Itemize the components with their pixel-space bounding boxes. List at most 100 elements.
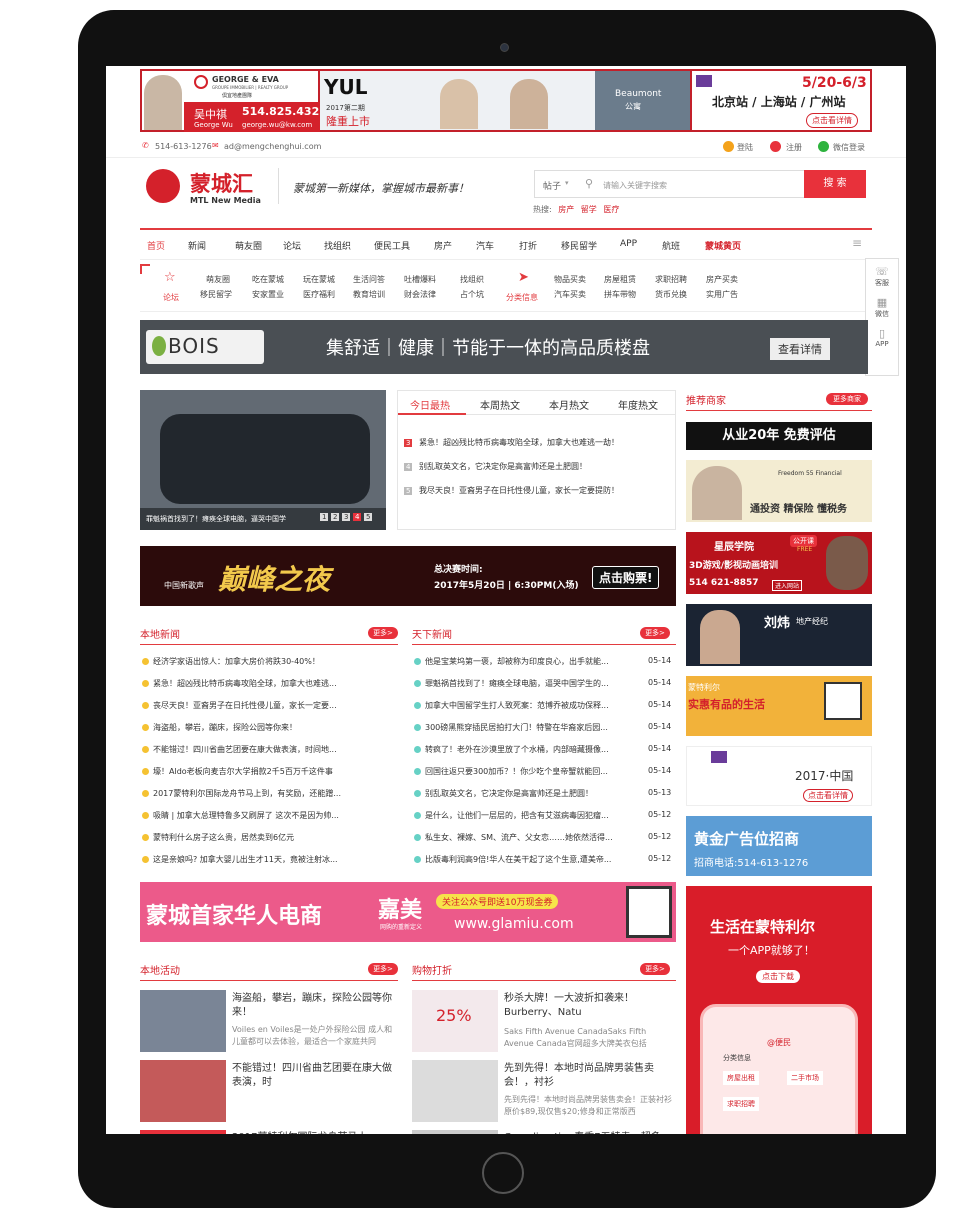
slider-caption[interactable]: 罪魁祸首找到了！瘫痪全球电脑，逼哭中国学 — [146, 514, 286, 524]
hot-item[interactable]: 4 别乱取英文名，它决定你是高富帅还是土肥圆！ — [404, 461, 587, 472]
diamant-cta[interactable]: 点击看详情 — [803, 789, 853, 802]
tab-today[interactable]: 今日最热 — [410, 397, 450, 412]
news-link[interactable]: 2017蒙特利尔国际龙舟节马上到，有奖励，还能蹭... — [153, 789, 341, 798]
deal-title[interactable]: Canadian tire 春季7五特卖，超多 — [504, 1128, 674, 1134]
cat-item[interactable]: 萌友圈 — [206, 274, 230, 285]
list-item[interactable]: 壕！Aldo老板向麦吉尔大学捐款2千5百万千这件事 — [142, 766, 398, 777]
slider-page-active[interactable]: 4 — [353, 513, 362, 521]
tab-year[interactable]: 年度热文 — [618, 397, 658, 412]
login-link[interactable]: 登陆 — [737, 142, 753, 153]
world-news-more[interactable]: 更多> — [640, 627, 670, 639]
news-link[interactable]: 这是亲娘吗? 加拿大婴儿出生才11天，竟被注射冰... — [153, 855, 338, 864]
nav-item-forum[interactable]: 论坛 — [283, 239, 301, 252]
cat-item[interactable]: 求职招聘 — [655, 274, 687, 285]
ad-star-college[interactable]: 星辰学院 公开课 FREE 3D游戏/影视动画培训 514 621-8857 进… — [686, 532, 872, 594]
diamant-cta[interactable]: 点击看详情 — [806, 113, 858, 128]
phone-app-icon[interactable]: ▯ — [866, 327, 898, 340]
news-link[interactable]: 不能错过！四川省曲艺团要在康大做表演，时间地... — [153, 745, 337, 754]
more-merchants-button[interactable]: 更多商家 — [826, 393, 868, 405]
cat-item[interactable]: 玩在蒙城 — [303, 274, 335, 285]
list-item[interactable]: 回国往返只要300加币？！你少吃个皇帝蟹就能回... — [414, 766, 634, 777]
list-item[interactable]: 这是亲娘吗? 加拿大婴儿出生才11天，竟被注射冰... — [142, 854, 398, 865]
news-link[interactable]: 海盗船，攀岩，蹦床，探险公园等你来！ — [153, 723, 297, 732]
nav-item-groups[interactable]: 找组织 — [324, 239, 351, 252]
news-link[interactable]: 回国往返只要300加币？！你少吃个皇帝蟹就能回... — [425, 767, 608, 776]
nav-item-friends[interactable]: 萌友圈 — [235, 239, 262, 252]
ad-realtor-liu[interactable]: 刘炜 地产经纪 — [686, 604, 872, 666]
realtor-ad[interactable]: GEORGE & EVA GROUPE IMMOBILIER | REALTY … — [140, 69, 327, 132]
slider-page[interactable]: 5 — [364, 513, 373, 521]
site-logo-cn[interactable]: 蒙城汇 — [190, 168, 253, 198]
slider-page[interactable]: 3 — [342, 513, 351, 521]
headset-icon[interactable]: ☏ — [866, 265, 898, 278]
ad-freedom55[interactable]: Freedom 55 Financial 通投资 精保险 懂税务 — [686, 460, 872, 522]
news-link[interactable]: 私生女、裸嫁、SM、流产、父女恋……她依然活得... — [425, 833, 613, 842]
concert-banner[interactable]: 中国新歌声 巅峰之夜 总决赛时间: 2017年5月20日 | 6:30PM(入场… — [140, 546, 676, 606]
ad-evaluation[interactable]: 从业20年 免费评估 — [686, 422, 872, 450]
cat-item[interactable]: 吐槽爆料 — [404, 274, 436, 285]
list-item[interactable]: 转疯了！老外在沙漠里放了个水桶，内部暗藏摄像... — [414, 744, 634, 755]
deal-thumbnail[interactable] — [412, 1130, 498, 1134]
hot-item-text[interactable]: 紧急！超凶残比特币病毒攻陷全球，加拿大也难逃一劫！ — [419, 438, 619, 447]
diamant-ad[interactable]: 5/20-6/3 北京站 / 上海站 / 广州站 点击看详情 — [690, 69, 872, 132]
list-item[interactable]: 他是宝莱坞第一褒，却被称为印度良心，出手就能... — [414, 656, 634, 667]
local-news-more[interactable]: 更多> — [368, 627, 398, 639]
cat-item[interactable]: 吃在蒙城 — [252, 274, 284, 285]
nav-item-tools[interactable]: 便民工具 — [374, 239, 410, 252]
cat-item[interactable]: 占个坑 — [460, 289, 484, 300]
hot-search-item[interactable]: 医疗 — [603, 205, 619, 214]
list-item[interactable]: 海盗船，攀岩，蹦床，探险公园等你来！ — [142, 722, 398, 733]
cat-item[interactable]: 拼车带物 — [604, 289, 636, 300]
classified-label[interactable]: 分类信息 — [506, 292, 538, 303]
hot-search-item[interactable]: 留学 — [581, 205, 597, 214]
buy-ticket-button[interactable]: 点击购票! — [592, 566, 660, 589]
nav-item-discount[interactable]: 打折 — [519, 239, 537, 252]
deal-title[interactable]: 先到先得！本地时尚品牌男装售卖会！，衬衫 — [504, 1062, 674, 1090]
cat-item[interactable]: 财会法律 — [404, 289, 436, 300]
app-promo[interactable]: 生活在蒙特利尔 一个APP就够了！ 点击下载 @便民 分类信息 房屋出租 二手市… — [686, 886, 872, 1134]
wechat-login-link[interactable]: 微信登录 — [833, 142, 865, 153]
shopping-more[interactable]: 更多> — [640, 963, 670, 975]
list-item[interactable]: 是什么，让他们一层层的，把含有艾滋病毒因犯瘤... — [414, 810, 634, 821]
news-link[interactable]: 蒙特利什么房子这么贵，居然卖到6亿元 — [153, 833, 294, 842]
news-link[interactable]: 转疯了！老外在沙漠里放了个水桶，内部暗藏摄像... — [425, 745, 609, 754]
app-link[interactable]: APP — [866, 340, 898, 348]
news-link[interactable]: 吸睛 | 加拿大总理特鲁多又刷屏了 这次不是因为帅... — [153, 811, 339, 820]
deal-title[interactable]: 秒杀大牌！一大波折扣袭来！Burberry、Natu — [504, 992, 674, 1020]
glamiu-url[interactable]: www.glamiu.com — [454, 916, 574, 932]
nav-item-cars[interactable]: 汽车 — [476, 239, 494, 252]
list-item[interactable]: 吸睛 | 加拿大总理特鲁多又刷屏了 这次不是因为帅... — [142, 810, 398, 821]
list-item[interactable]: 300磅黑熊穿插民居拍打大门！特警在华裔家后园... — [414, 722, 634, 733]
news-link[interactable]: 加拿大中国留学生打人致死案：范博乔被成功保释... — [425, 701, 609, 710]
nav-item-immigration[interactable]: 移民留学 — [561, 239, 597, 252]
news-link[interactable]: 壕！Aldo老板向麦吉尔大学捐款2千5百万千这件事 — [153, 767, 333, 776]
ad-gold-slot[interactable]: 黄金广告位招商 招商电话:514-613-1276 — [686, 816, 872, 876]
deal-thumbnail[interactable] — [412, 1060, 498, 1122]
slider-page[interactable]: 1 — [320, 513, 329, 521]
cat-item[interactable]: 房屋租赁 — [604, 274, 636, 285]
app-download-button[interactable]: 点击下载 — [756, 970, 800, 983]
news-link[interactable]: 经济学家语出惊人：加拿大房价将跌30-40%！ — [153, 657, 320, 666]
event-thumbnail[interactable] — [140, 1130, 226, 1134]
news-link[interactable]: 他是宝莱坞第一褒，却被称为印度良心，出手就能... — [425, 657, 609, 666]
glamiu-banner[interactable]: 蒙城首家华人电商 嘉美 网购的重新定义 关注公众号即送10万现金券 www.gl… — [140, 882, 676, 942]
bbois-banner[interactable]: BOIS 集舒适｜健康｜节能于一体的高品质楼盘 查看详情 — [140, 320, 868, 374]
college-cta[interactable]: 进入网站 — [772, 580, 803, 591]
maple-leaf-logo-icon[interactable] — [146, 169, 180, 203]
nav-item-home[interactable]: 首页 — [147, 239, 165, 252]
hot-item[interactable]: 3 紧急！超凶残比特币病毒攻陷全球，加拿大也难逃一劫！ — [404, 437, 619, 448]
ad-diamant-china[interactable]: 2017·中国 点击看详情 — [686, 746, 872, 806]
search-type-select[interactable]: 帖子 — [543, 179, 561, 192]
qr-icon[interactable]: ▦ — [866, 296, 898, 309]
local-events-more[interactable]: 更多> — [368, 963, 398, 975]
register-link[interactable]: 注册 — [786, 142, 802, 153]
menu-icon[interactable]: ≡ — [852, 236, 862, 250]
cat-item[interactable]: 医疗福利 — [303, 289, 335, 300]
event-thumbnail[interactable] — [140, 1060, 226, 1122]
news-link[interactable]: 别乱取英文名，它决定你是高富帅还是土肥圆！ — [425, 789, 593, 798]
cat-item[interactable]: 货币兑换 — [655, 289, 687, 300]
nav-item-flights[interactable]: 航班 — [662, 239, 680, 252]
event-title[interactable]: 不能错过！四川省曲艺团要在康大做表演，时 — [232, 1062, 398, 1090]
yul-ad[interactable]: YUL 2017第二期 隆重上市 Beaumont 公寓 — [320, 69, 690, 132]
list-item[interactable]: 蒙特利什么房子这么贵，居然卖到6亿元 — [142, 832, 398, 843]
